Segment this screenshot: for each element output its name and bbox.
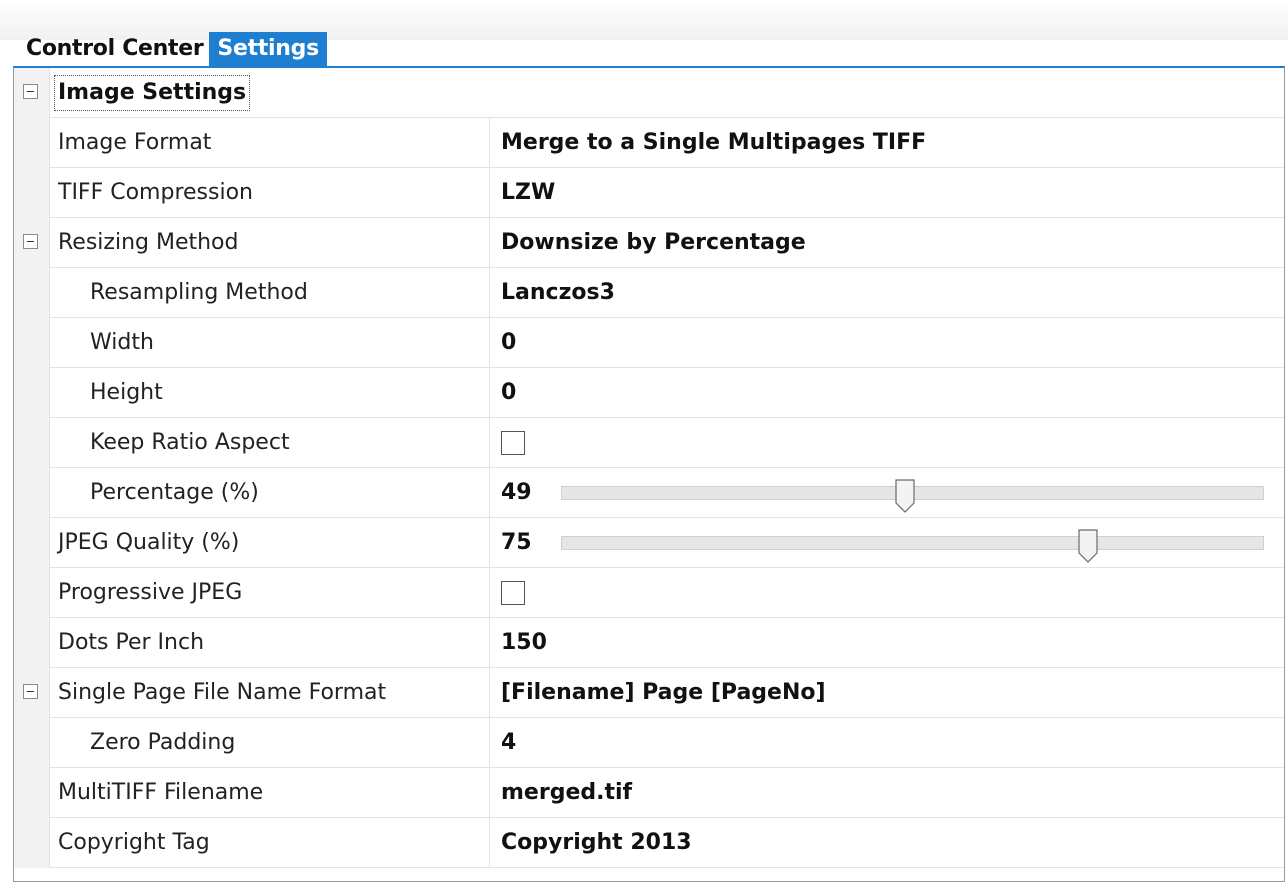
height-value[interactable]: 0 [501,368,1284,417]
property-row-image-format[interactable]: Image Format Merge to a Single Multipage… [14,118,1284,168]
property-label: Progressive JPEG [58,568,490,617]
row-gutter [14,618,50,668]
zero-padding-value[interactable]: 4 [501,718,1284,767]
property-row-copyright-tag[interactable]: Copyright Tag Copyright 2013 [14,818,1284,868]
property-row-multitiff-filename[interactable]: MultiTIFF Filename merged.tif [14,768,1284,818]
slider-thumb-icon[interactable] [895,479,916,513]
image-format-value[interactable]: Merge to a Single Multipages TIFF [501,118,1284,167]
property-row-resizing-method[interactable]: Resizing Method Downsize by Percentage [14,218,1284,268]
percentage-slider[interactable] [561,479,1264,513]
property-row-dots-per-inch[interactable]: Dots Per Inch 150 [14,618,1284,668]
single-page-file-name-format-value[interactable]: [Filename] Page [PageNo] [501,668,1284,717]
keep-ratio-aspect-value [501,418,1284,467]
property-label: Keep Ratio Aspect [58,418,490,467]
width-value[interactable]: 0 [501,318,1284,367]
row-gutter [14,418,50,468]
progressive-jpeg-value [501,568,1284,617]
row-gutter [14,468,50,518]
property-label: MultiTIFF Filename [58,768,490,817]
property-label: Percentage (%) [58,468,490,517]
jpeg-quality-slider[interactable] [561,529,1264,563]
category-image-settings: Image Settings [14,68,1284,118]
property-label: Height [58,368,490,417]
property-label: JPEG Quality (%) [58,518,490,567]
property-row-keep-ratio-aspect[interactable]: Keep Ratio Aspect [14,418,1284,468]
row-gutter [14,518,50,568]
tiff-compression-value[interactable]: LZW [501,168,1284,217]
property-label: Dots Per Inch [58,618,490,667]
row-gutter [14,568,50,618]
keep-ratio-aspect-checkbox[interactable] [501,431,525,455]
category-label-text: Image Settings [54,75,251,111]
category-label[interactable]: Image Settings [54,68,251,117]
row-gutter [14,118,50,168]
resizing-method-value[interactable]: Downsize by Percentage [501,218,1284,267]
property-row-progressive-jpeg[interactable]: Progressive JPEG [14,568,1284,618]
percentage-value: 49 [501,468,1284,517]
property-label: Resampling Method [58,268,490,317]
collapse-minus-icon[interactable] [23,84,38,99]
property-row-tiff-compression[interactable]: TIFF Compression LZW [14,168,1284,218]
copyright-tag-value[interactable]: Copyright 2013 [501,818,1284,867]
property-row-width[interactable]: Width 0 [14,318,1284,368]
property-row-zero-padding[interactable]: Zero Padding 4 [14,718,1284,768]
property-grid-panel: Image Settings Image Format Merge to a S… [13,66,1285,882]
row-gutter [14,318,50,368]
property-row-resampling-method[interactable]: Resampling Method Lanczos3 [14,268,1284,318]
row-gutter [14,368,50,418]
collapse-minus-icon[interactable] [23,234,38,249]
property-label: Copyright Tag [58,818,490,867]
property-label: Zero Padding [58,718,490,767]
collapse-minus-icon[interactable] [23,684,38,699]
jpeg-quality-value: 75 [501,518,1284,567]
row-gutter [14,168,50,218]
row-gutter [14,768,50,818]
tab-control-center[interactable]: Control Center [20,32,209,66]
row-gutter [14,268,50,318]
multitiff-filename-value[interactable]: merged.tif [501,768,1284,817]
property-label: TIFF Compression [58,168,490,217]
row-gutter [14,68,50,118]
property-label: Image Format [58,118,490,167]
property-row-percentage[interactable]: Percentage (%) 49 [14,468,1284,518]
property-row-jpeg-quality[interactable]: JPEG Quality (%) 75 [14,518,1284,568]
property-grid: Image Settings Image Format Merge to a S… [14,68,1284,868]
tab-strip: Control Center Settings [20,32,327,66]
progressive-jpeg-checkbox[interactable] [501,581,525,605]
dots-per-inch-value[interactable]: 150 [501,618,1284,667]
percentage-number[interactable]: 49 [501,468,532,517]
property-label: Single Page File Name Format [58,668,490,717]
jpeg-quality-number[interactable]: 75 [501,518,532,567]
property-row-single-page-file-name-format[interactable]: Single Page File Name Format [Filename] … [14,668,1284,718]
row-gutter [14,718,50,768]
row-gutter [14,218,50,268]
property-label: Width [58,318,490,367]
tab-settings[interactable]: Settings [209,32,327,66]
slider-thumb-icon[interactable] [1078,529,1098,563]
property-row-height[interactable]: Height 0 [14,368,1284,418]
row-gutter [14,668,50,718]
resampling-method-value[interactable]: Lanczos3 [501,268,1284,317]
property-label: Resizing Method [58,218,490,267]
row-gutter [14,818,50,868]
